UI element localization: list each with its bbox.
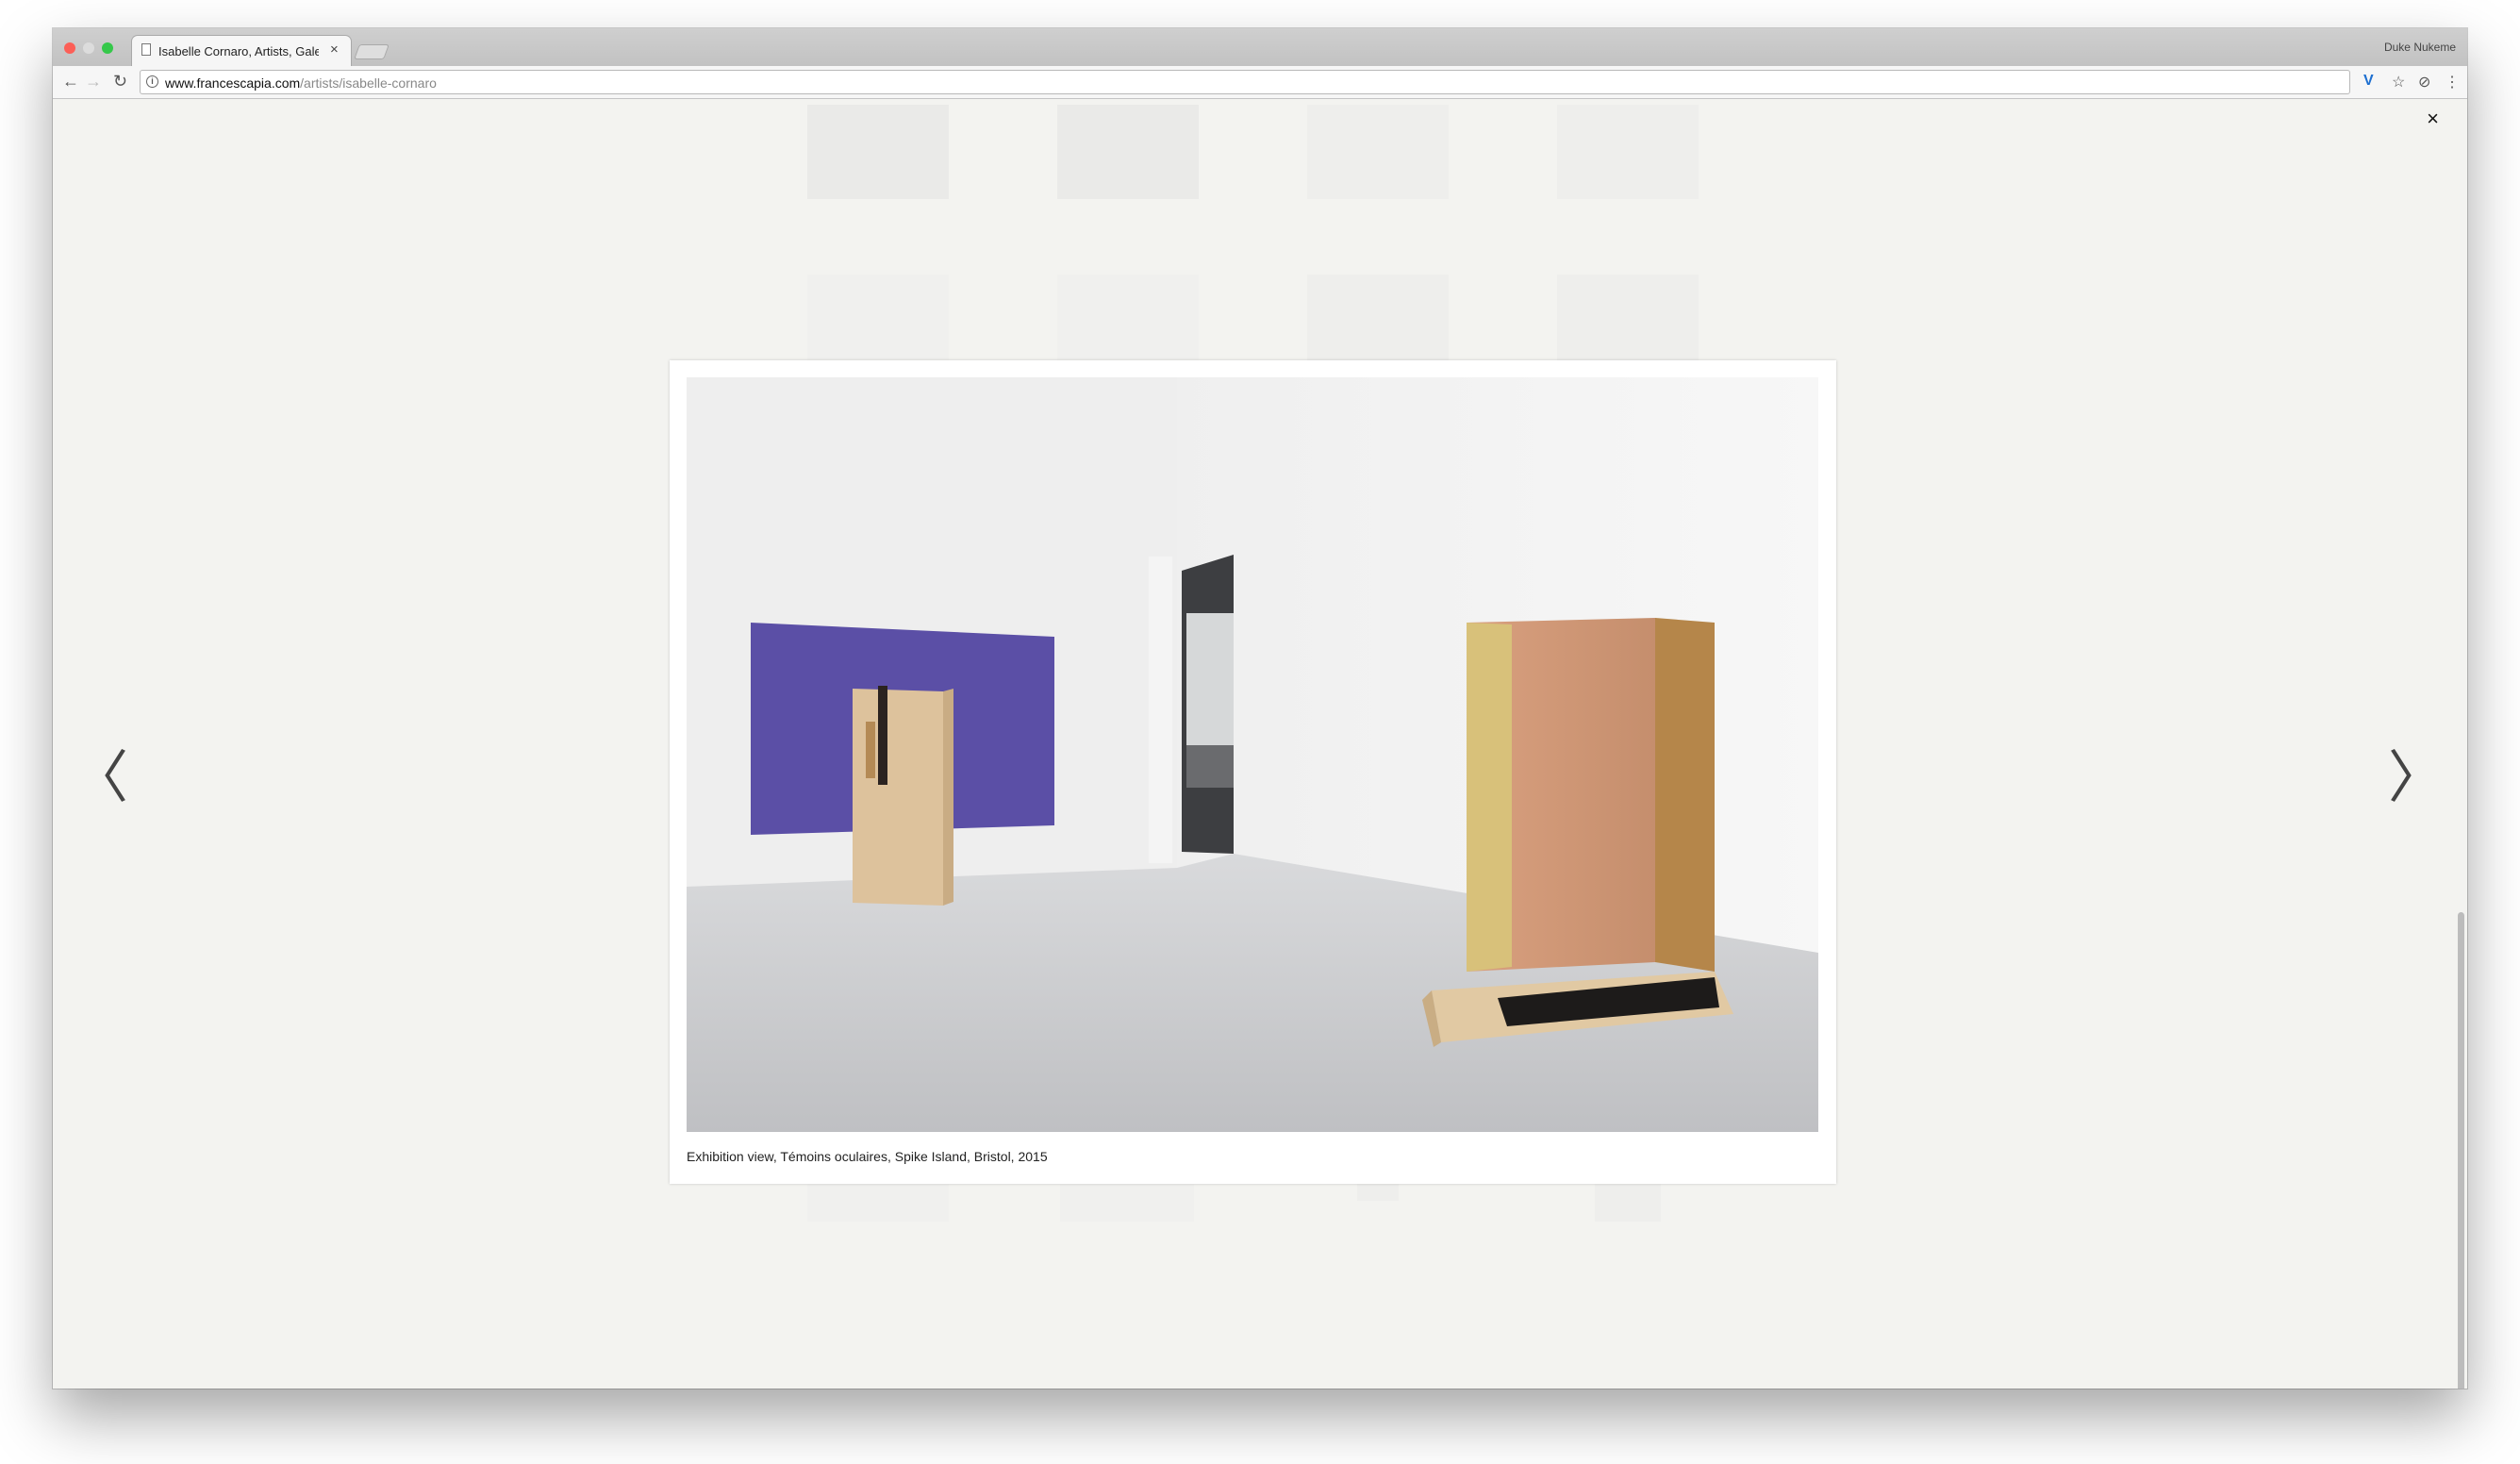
reload-icon[interactable]: ↻ — [113, 71, 127, 92]
url-text[interactable]: www.francescapia.com/artists/isabelle-co… — [165, 75, 437, 91]
prev-arrow-icon[interactable]: 〈 — [72, 750, 128, 807]
extension-v-icon[interactable]: V — [2363, 73, 2374, 90]
exhibition-photo — [687, 377, 1818, 1132]
photo-caption: Exhibition view, Témoins oculaires, Spik… — [687, 1149, 1048, 1164]
lightbox: Exhibition view, Témoins oculaires, Spik… — [670, 360, 1836, 1184]
url-host: www.francescapia.com — [165, 75, 301, 91]
profile-name[interactable]: Duke Nukeme — [2384, 41, 2456, 54]
info-icon[interactable]: i — [146, 75, 158, 88]
extension-block-icon[interactable]: ⊘ — [2418, 73, 2430, 92]
browser-window: Isabelle Cornaro, Artists, Galerie × Duk… — [53, 28, 2467, 1389]
address-bar[interactable]: i www.francescapia.com/artists/isabelle-… — [140, 70, 2350, 94]
url-path: /artists/isabelle-cornaro — [300, 75, 437, 91]
close-icon[interactable]: × — [2427, 107, 2439, 131]
window-minimize-button[interactable] — [83, 42, 94, 54]
tab-active[interactable]: Isabelle Cornaro, Artists, Galerie × — [132, 36, 351, 66]
toolbar: ← → ↻ i www.francescapia.com/artists/isa… — [53, 66, 2467, 99]
window-maximize-button[interactable] — [102, 42, 113, 54]
window-close-button[interactable] — [64, 42, 75, 54]
tab-close-icon[interactable]: × — [330, 42, 339, 58]
page-content: × 〈 〉 Exhibition view, Témoins oculaires… — [53, 99, 2467, 1389]
tab-bar: Isabelle Cornaro, Artists, Galerie × Duk… — [53, 28, 2467, 66]
page-icon — [141, 43, 151, 56]
menu-icon[interactable]: ⋮ — [2445, 73, 2460, 92]
new-tab-button[interactable] — [354, 44, 390, 59]
tab-title: Isabelle Cornaro, Artists, Galerie — [158, 44, 319, 58]
bookmark-star-icon[interactable]: ☆ — [2392, 73, 2405, 92]
next-arrow-icon[interactable]: 〉 — [2388, 750, 2445, 807]
forward-icon[interactable]: → — [85, 71, 102, 92]
scrollbar[interactable] — [2458, 912, 2464, 1389]
back-icon[interactable]: ← — [62, 71, 79, 92]
